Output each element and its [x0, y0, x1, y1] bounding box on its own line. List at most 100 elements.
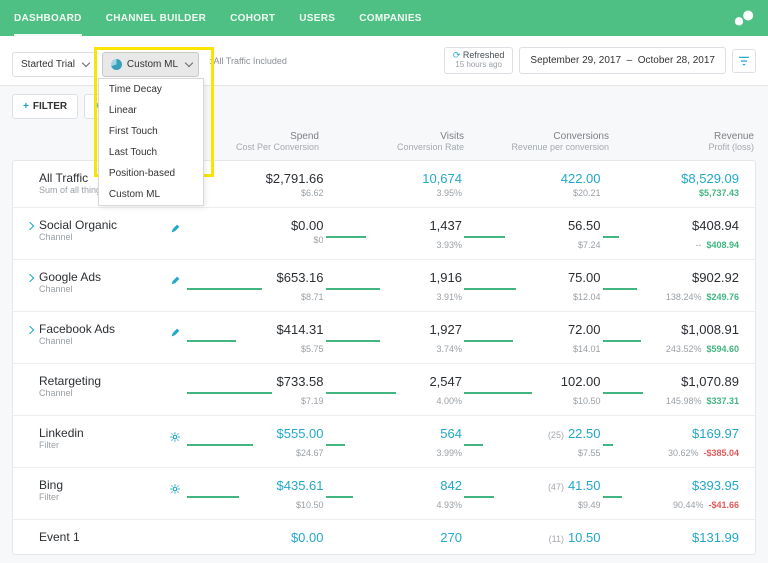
cell-value: 41.50: [568, 478, 601, 493]
cell-value: 1,916: [429, 270, 462, 285]
row-subtitle: Filter: [39, 440, 84, 450]
model-option[interactable]: Position-based: [99, 163, 203, 184]
model-option[interactable]: First Touch: [99, 121, 203, 142]
cell-sub: 3.91%: [326, 292, 463, 302]
cell-value: 56.50: [568, 218, 601, 233]
row-title: Retargeting: [39, 374, 101, 388]
cell-sub: 145.98% $337.31: [603, 396, 740, 406]
cell-value: 270: [440, 530, 462, 545]
nav-tab-users[interactable]: USERS: [299, 1, 335, 36]
cell-value: 102.00: [561, 374, 601, 389]
app-logo: [734, 8, 754, 28]
cell-sub: 3.74%: [326, 344, 463, 354]
attribution-model-dropdown[interactable]: Custom ML: [102, 52, 199, 77]
cell-sub: $7.24: [464, 240, 601, 250]
date-range-picker[interactable]: September 29, 2017 – October 28, 2017: [519, 47, 726, 74]
refresh-button[interactable]: ⟳ Refreshed 15 hours ago: [444, 47, 514, 74]
table-row: Event 1$0.00270(11)10.50$131.99: [13, 519, 755, 554]
cell-sub: $12.04: [464, 292, 601, 302]
cell-value: 1,927: [429, 322, 462, 337]
cell-sub: $7.19: [187, 396, 324, 406]
table-row: Social OrganicChannel $0.00 $0 1,437 3.93% 56…: [13, 207, 755, 259]
nav-tab-companies[interactable]: COMPANIES: [359, 1, 422, 36]
cell-value: $131.99: [692, 530, 739, 545]
cell-value: $1,070.89: [681, 374, 739, 389]
cell-sub: -- $408.94: [603, 240, 740, 250]
cell-value: $0.00: [291, 218, 324, 233]
row-title: Bing: [39, 478, 63, 492]
row-title: All Traffic: [39, 171, 106, 185]
model-option[interactable]: Last Touch: [99, 142, 203, 163]
cell-value: $902.92: [692, 270, 739, 285]
pie-icon: [111, 59, 122, 70]
row-title: Event 1: [39, 530, 80, 544]
cell-sub: 30.62% -$385.04: [603, 448, 740, 458]
cell-sub: $14.01: [464, 344, 601, 354]
pencil-icon[interactable]: [170, 275, 181, 289]
cell-value: 72.00: [568, 322, 601, 337]
model-option[interactable]: Time Decay: [99, 79, 203, 100]
chevron-down-icon: [185, 59, 193, 67]
cell-sub: $10.50: [187, 500, 324, 510]
table-row: Google AdsChannel$653.16$8.711,9163.91%7…: [13, 259, 755, 311]
cell-sub: 3.99%: [326, 448, 463, 458]
expand-icon[interactable]: [26, 222, 34, 230]
cell-value: $653.16: [277, 270, 324, 285]
cell-sub: $0: [187, 235, 324, 245]
data-table: All TrafficSum of all things$2,791.66$6.…: [12, 160, 756, 555]
nav-tab-cohort[interactable]: COHORT: [230, 1, 275, 36]
cell-sub: $9.49: [464, 500, 601, 510]
cell-sub: 3.93%: [326, 240, 463, 250]
cell-value: $414.31: [277, 322, 324, 337]
pencil-icon[interactable]: [170, 223, 181, 237]
table-row: BingFilter$435.61$10.508424.93%(47)41.50…: [13, 467, 755, 519]
table-row: Facebook AdsChannel$414.31$5.751,9273.74…: [13, 311, 755, 363]
cell-sub: $10.50: [464, 396, 601, 406]
table-row: RetargetingChannel$733.58$7.192,5474.00%…: [13, 363, 755, 415]
cell-value: $0.00: [291, 530, 324, 545]
cell-sub: $20.21: [464, 188, 601, 198]
row-title: Linkedin: [39, 426, 84, 440]
cell-value: $555.00: [277, 426, 324, 441]
row-subtitle: Channel: [39, 284, 101, 294]
add-filter-button[interactable]: +FILTER: [12, 94, 78, 119]
cell-value: 22.50: [568, 426, 601, 441]
cell-sub: $5,737.43: [603, 188, 740, 198]
model-option[interactable]: Linear: [99, 100, 203, 121]
cell-sub: 4.93%: [326, 500, 463, 510]
cell-sub: 90.44% -$41.66: [603, 500, 740, 510]
row-subtitle: Filter: [39, 492, 63, 502]
cell-sub: $5.75: [187, 344, 324, 354]
row-title: Social Organic: [39, 218, 117, 232]
cell-sub: $6.62: [187, 188, 324, 198]
cell-value: 1,437: [429, 218, 462, 233]
cell-value: 2,547: [429, 374, 462, 389]
cell-value: $169.97: [692, 426, 739, 441]
cell-value: 10,674: [422, 171, 462, 186]
gear-icon[interactable]: [169, 431, 181, 446]
chevron-down-icon: [82, 59, 90, 67]
cell-value: $435.61: [277, 478, 324, 493]
traffic-note: : All Traffic Included: [209, 56, 287, 66]
cell-value: $408.94: [692, 218, 739, 233]
cell-value: $8,529.09: [681, 171, 739, 186]
expand-icon[interactable]: [26, 274, 34, 282]
settings-filter-icon[interactable]: [732, 49, 756, 73]
conversion-event-dropdown[interactable]: Started Trial: [12, 52, 96, 77]
pencil-icon[interactable]: [170, 327, 181, 341]
nav-tab-dashboard[interactable]: DASHBOARD: [14, 1, 82, 36]
cell-value: 75.00: [568, 270, 601, 285]
cell-value: 10.50: [568, 530, 601, 545]
model-option[interactable]: Custom ML: [99, 184, 203, 205]
row-subtitle: Channel: [39, 232, 117, 242]
expand-icon[interactable]: [26, 326, 34, 334]
nav-tab-channel-builder[interactable]: CHANNEL BUILDER: [106, 1, 206, 36]
gear-icon[interactable]: [169, 483, 181, 498]
cell-value: $1,008.91: [681, 322, 739, 337]
cell-sub: 138.24% $249.76: [603, 292, 740, 302]
cell-value: 842: [440, 478, 462, 493]
cell-sub: $24.67: [187, 448, 324, 458]
attribution-model-menu[interactable]: Time DecayLinearFirst TouchLast TouchPos…: [98, 78, 204, 206]
cell-sub: 243.52% $594.60: [603, 344, 740, 354]
top-nav: DASHBOARD CHANNEL BUILDER COHORT USERS COMPA…: [0, 0, 768, 36]
